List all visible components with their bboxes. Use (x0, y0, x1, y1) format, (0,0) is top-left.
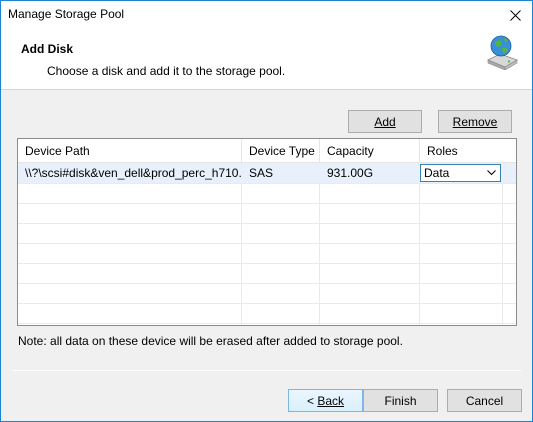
back-button-label: Back (317, 393, 345, 408)
close-icon (509, 10, 521, 21)
add-button-label: Add (374, 114, 396, 129)
column-header-device-path[interactable]: Device Path (18, 139, 242, 163)
wizard-header: Add Disk Choose a disk and add it to the… (1, 30, 532, 90)
back-button[interactable]: < Back (288, 389, 363, 412)
cancel-button-label: Cancel (465, 393, 504, 408)
roles-dropdown[interactable]: Data (420, 164, 501, 182)
device-type-cell: SAS (249, 166, 274, 180)
title-bar: Manage Storage Pool (1, 1, 532, 30)
window-title: Manage Storage Pool (8, 7, 125, 21)
disk-table: Device Path Device Type Capacity Roles \… (17, 138, 517, 326)
roles-dropdown-value: Data (424, 166, 450, 180)
page-description: Choose a disk and add it to the storage … (47, 64, 286, 78)
column-header-roles[interactable]: Roles (420, 139, 503, 163)
footer-divider (13, 370, 521, 371)
device-path-cell: \\?\scsi#disk&ven_dell&prod_perc_h710... (25, 166, 241, 180)
warning-note: Note: all data on these device will be e… (18, 334, 403, 348)
table-header: Device Path Device Type Capacity Roles (18, 139, 516, 163)
remove-button-label: Remove (452, 114, 498, 129)
chevron-down-icon (482, 165, 500, 181)
column-header-device-type[interactable]: Device Type (242, 139, 320, 163)
cancel-button[interactable]: Cancel (447, 389, 522, 412)
table-row[interactable]: \\?\scsi#disk&ven_dell&prod_perc_h710...… (18, 163, 516, 183)
close-button[interactable] (498, 1, 532, 30)
finish-button-label: Finish (384, 393, 417, 408)
page-title: Add Disk (21, 42, 74, 56)
capacity-cell: 931.00G (327, 166, 374, 180)
column-header-capacity[interactable]: Capacity (320, 139, 420, 163)
disk-globe-icon (487, 35, 518, 70)
add-button[interactable]: Add (348, 110, 422, 133)
remove-button[interactable]: Remove (438, 110, 512, 133)
finish-button[interactable]: Finish (363, 389, 438, 412)
dialog-window: Manage Storage Pool Add Disk Choose a di… (0, 0, 533, 422)
